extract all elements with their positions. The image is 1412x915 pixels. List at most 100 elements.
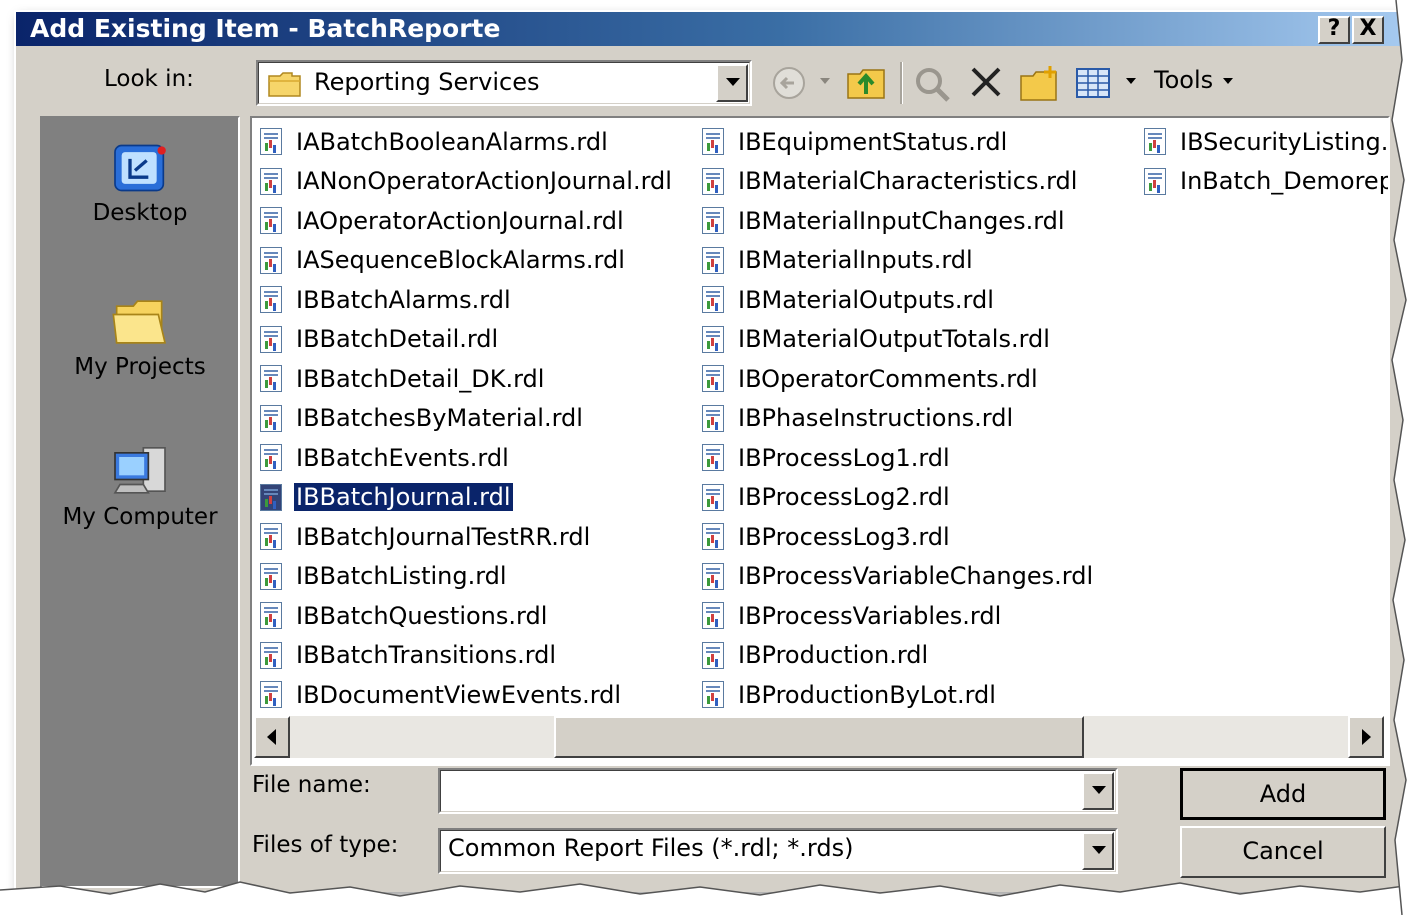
help-button[interactable]: ?	[1318, 16, 1350, 44]
report-file-icon	[260, 602, 282, 630]
places-item-desktop[interactable]: Desktop	[42, 140, 238, 226]
folder-icon	[112, 300, 167, 344]
search-web-icon[interactable]	[912, 64, 954, 104]
file-item[interactable]: IBProductionByLot.rdl	[702, 675, 1095, 715]
file-item[interactable]: IANonOperatorActionJournal.rdl	[260, 162, 674, 202]
report-file-icon	[702, 325, 724, 353]
file-name: IBMaterialOutputs.rdl	[738, 285, 994, 314]
report-file-icon	[702, 562, 724, 590]
up-folder-icon[interactable]	[846, 64, 888, 102]
file-item[interactable]: IBProcessLog3.rdl	[702, 517, 1095, 557]
file-name-input[interactable]	[438, 768, 1118, 814]
views-icon[interactable]	[1074, 64, 1114, 102]
file-item[interactable]: IBBatchDetail.rdl	[260, 320, 674, 360]
file-name: IBMaterialInputs.rdl	[738, 246, 973, 275]
file-column: IBEquipmentStatus.rdl IBMaterialCharacter…	[702, 122, 1095, 715]
file-name: IBBatchAlarms.rdl	[296, 285, 511, 314]
report-file-icon	[260, 286, 282, 314]
window-title: Add Existing Item - BatchReporte	[30, 14, 501, 43]
views-dropdown-icon[interactable]	[1124, 74, 1138, 88]
file-item[interactable]: IBBatchQuestions.rdl	[260, 596, 674, 636]
report-file-icon	[1144, 128, 1166, 156]
close-button[interactable]: X	[1352, 16, 1384, 44]
file-list[interactable]: IABatchBooleanAlarms.rdl IANonOperatorAct…	[250, 116, 1390, 766]
files-of-type-label: Files of type:	[252, 832, 399, 858]
file-name: IBBatchesByMaterial.rdl	[296, 404, 583, 433]
add-button[interactable]: Add	[1180, 768, 1386, 820]
report-file-icon	[702, 602, 724, 630]
file-name: IBProductionByLot.rdl	[738, 680, 996, 709]
scroll-right-button[interactable]	[1348, 716, 1384, 758]
file-item[interactable]: IBOperatorComments.rdl	[702, 359, 1095, 399]
delete-icon[interactable]	[968, 64, 1006, 102]
file-item[interactable]: IBProcessLog2.rdl	[702, 478, 1095, 518]
file-name: IBBatchJournalTestRR.rdl	[296, 522, 591, 551]
file-item[interactable]: IAOperatorActionJournal.rdl	[260, 201, 674, 241]
file-item[interactable]: IBBatchJournal.rdl	[260, 478, 674, 518]
file-item[interactable]: IBBatchTransitions.rdl	[260, 636, 674, 676]
file-item[interactable]: IABatchBooleanAlarms.rdl	[260, 122, 674, 162]
file-name-label: File name:	[252, 772, 371, 798]
file-item[interactable]: IBBatchListing.rdl	[260, 557, 674, 597]
file-column: IBSecurityListing.r InBatch_Demorep	[1144, 122, 1388, 202]
file-item[interactable]: IBEquipmentStatus.rdl	[702, 122, 1095, 162]
desktop-icon	[114, 144, 166, 192]
tools-menu[interactable]: Tools	[1154, 66, 1235, 94]
chevron-left-icon	[267, 729, 276, 745]
file-item[interactable]: IBBatchDetail_DK.rdl	[260, 359, 674, 399]
places-item-my-projects[interactable]: My Projects	[42, 294, 238, 380]
file-item[interactable]: IBProcessLog1.rdl	[702, 438, 1095, 478]
back-dropdown-icon[interactable]	[818, 74, 832, 88]
look-in-dropdown-arrow[interactable]	[716, 64, 748, 102]
file-item[interactable]: IBMaterialOutputs.rdl	[702, 280, 1095, 320]
file-name: IBProduction.rdl	[738, 641, 929, 670]
report-file-icon	[702, 523, 724, 551]
report-file-icon	[260, 404, 282, 432]
places-item-my-computer[interactable]: My Computer	[42, 444, 238, 530]
file-item[interactable]: IBProcessVariables.rdl	[702, 596, 1095, 636]
report-file-icon	[260, 444, 282, 472]
toolbar-separator	[900, 62, 903, 104]
look-in-dropdown[interactable]: Reporting Services	[256, 60, 752, 106]
file-name: IBProcessVariables.rdl	[738, 601, 1002, 630]
file-item[interactable]: IBPhaseInstructions.rdl	[702, 399, 1095, 439]
file-name: IBMaterialCharacteristics.rdl	[738, 167, 1078, 196]
file-name: IBProcessLog2.rdl	[738, 483, 950, 512]
file-name: IBBatchDetail_DK.rdl	[296, 364, 545, 393]
file-name: IBPhaseInstructions.rdl	[738, 404, 1014, 433]
horizontal-scrollbar[interactable]	[254, 716, 1384, 758]
places-bar: Desktop My Projects My Computer	[40, 116, 240, 888]
files-of-type-value: Common Report Files (*.rdl; *.rds)	[448, 834, 854, 862]
file-item[interactable]: IBMaterialInputChanges.rdl	[702, 201, 1095, 241]
scrollbar-thumb[interactable]	[554, 716, 1084, 758]
file-item[interactable]: IBProcessVariableChanges.rdl	[702, 557, 1095, 597]
file-item[interactable]: InBatch_Demorep	[1144, 162, 1388, 202]
file-item[interactable]: IBDocumentViewEvents.rdl	[260, 675, 674, 715]
file-item[interactable]: IBProduction.rdl	[702, 636, 1095, 676]
look-in-value: Reporting Services	[314, 68, 540, 96]
report-file-icon	[260, 562, 282, 590]
report-file-icon	[260, 681, 282, 709]
file-item[interactable]: IBMaterialCharacteristics.rdl	[702, 162, 1095, 202]
report-file-icon	[702, 128, 724, 156]
file-name-dropdown-arrow[interactable]	[1082, 772, 1114, 810]
file-item[interactable]: IASequenceBlockAlarms.rdl	[260, 241, 674, 281]
files-of-type-dropdown-arrow[interactable]	[1082, 832, 1114, 870]
file-item[interactable]: IBBatchAlarms.rdl	[260, 280, 674, 320]
file-item[interactable]: IBBatchJournalTestRR.rdl	[260, 517, 674, 557]
file-item[interactable]: IBMaterialInputs.rdl	[702, 241, 1095, 281]
report-file-icon	[260, 207, 282, 235]
report-file-icon	[260, 128, 282, 156]
file-item[interactable]: IBBatchEvents.rdl	[260, 438, 674, 478]
file-item[interactable]: IBBatchesByMaterial.rdl	[260, 399, 674, 439]
file-item[interactable]: IBSecurityListing.r	[1144, 122, 1388, 162]
back-icon[interactable]	[770, 64, 810, 102]
look-in-label: Look in:	[104, 66, 194, 92]
chevron-right-icon	[1362, 729, 1371, 745]
new-folder-icon[interactable]	[1018, 64, 1062, 104]
report-file-icon	[702, 167, 724, 195]
scroll-left-button[interactable]	[254, 716, 290, 758]
report-file-icon	[1144, 167, 1166, 195]
file-item[interactable]: IBMaterialOutputTotals.rdl	[702, 320, 1095, 360]
report-file-icon	[702, 483, 724, 511]
